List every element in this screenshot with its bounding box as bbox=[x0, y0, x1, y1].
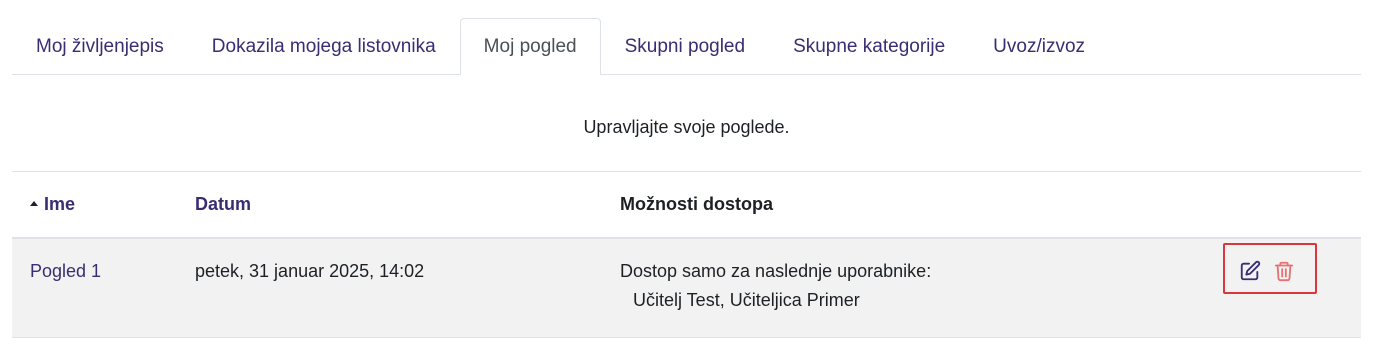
intro-text: Upravljajte svoje poglede. bbox=[583, 117, 790, 137]
column-header-access: Možnosti dostopa bbox=[620, 194, 773, 214]
column-header-date[interactable]: Datum bbox=[195, 194, 251, 215]
table-header: Ime Datum Možnosti dostopa bbox=[12, 172, 1361, 239]
access-label: Dostop samo za naslednje uporabnike: bbox=[620, 261, 932, 281]
column-header-name-label: Ime bbox=[44, 194, 76, 214]
view-date: petek, 31 januar 2025, 14:02 bbox=[195, 261, 425, 281]
tab-skupne-kategorije[interactable]: Skupne kategorije bbox=[769, 18, 969, 74]
tab-skupni-pogled[interactable]: Skupni pogled bbox=[601, 18, 769, 74]
tab-dokazila[interactable]: Dokazila mojega listovnika bbox=[188, 18, 460, 74]
tab-moj-zivljenjepis[interactable]: Moj življenjepis bbox=[12, 18, 188, 74]
column-header-name[interactable]: Ime bbox=[30, 194, 75, 215]
edit-icon[interactable] bbox=[1239, 260, 1261, 282]
trash-icon[interactable] bbox=[1273, 260, 1295, 282]
view-name-link[interactable]: Pogled 1 bbox=[30, 261, 101, 282]
tab-uvoz-izvoz[interactable]: Uvoz/izvoz bbox=[969, 18, 1109, 74]
table-row: Pogled 1 petek, 31 januar 2025, 14:02 Do… bbox=[12, 239, 1361, 338]
tab-bar: Moj življenjepis Dokazila mojega listovn… bbox=[12, 17, 1361, 75]
access-options: Dostop samo za naslednje uporabnike: Uči… bbox=[620, 261, 931, 311]
row-actions bbox=[1223, 243, 1317, 294]
sort-ascending-icon bbox=[30, 200, 38, 206]
access-users: Učitelj Test, Učiteljica Primer bbox=[633, 290, 860, 310]
views-table: Ime Datum Možnosti dostopa Pogled 1 pete… bbox=[12, 171, 1361, 338]
tab-moj-pogled[interactable]: Moj pogled bbox=[459, 18, 601, 75]
